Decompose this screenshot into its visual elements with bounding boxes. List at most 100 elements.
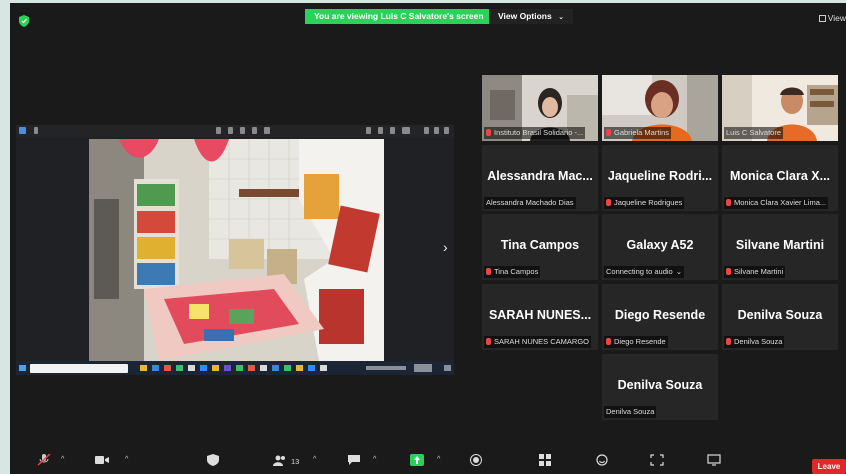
meeting-controls-bar: ^ ^ 13 ^ ^ ^ Leave — [10, 446, 846, 474]
participant-display-name: Galaxy A52 — [626, 238, 694, 252]
participant-display-name: Denilva Souza — [617, 378, 703, 392]
participant-name-label: Denilva Souza — [724, 336, 785, 348]
participant-tile[interactable]: Alessandra Mac... Alessandra Machado Dias — [482, 145, 598, 211]
participants-icon[interactable] — [273, 454, 287, 466]
viewing-screen-banner: You are viewing Luis C Salvatore's scree… — [305, 9, 493, 24]
taskbar-app-icon — [308, 365, 315, 371]
close-icon — [444, 127, 449, 134]
participant-tile[interactable]: Tina Campos Tina Campos — [482, 214, 598, 280]
chevron-up-icon[interactable]: ^ — [437, 456, 440, 463]
participant-label-text: Alessandra Machado Dias — [486, 198, 574, 207]
participant-display-name: Jaqueline Rodri... — [607, 169, 713, 183]
participant-tile[interactable]: Jaqueline Rodri... Jaqueline Rodrigues — [602, 145, 718, 211]
participant-name-label: Alessandra Machado Dias — [484, 197, 576, 209]
windows-start-icon — [19, 365, 26, 371]
participant-label-text: Tina Campos — [494, 267, 539, 276]
participant-display-name: Silvane Martini — [735, 238, 825, 252]
participant-name-label: Silvane Martini — [724, 266, 786, 278]
participant-name-label: Instituto Brasil Solidario -... — [484, 127, 586, 139]
share-screen-icon[interactable] — [410, 454, 424, 466]
taskbar-app-icon — [188, 365, 195, 371]
reactions-icon[interactable] — [595, 454, 609, 466]
chevron-up-icon[interactable]: ^ — [61, 456, 64, 463]
participant-label-text: SARAH NUNES CAMARGO — [494, 337, 590, 346]
leave-button[interactable]: Leave — [812, 459, 846, 474]
participant-name-label: Gabriela Martins — [604, 127, 672, 139]
participant-tile[interactable]: Diego Resende Diego Resende — [602, 284, 718, 350]
video-camera-icon[interactable] — [95, 454, 109, 466]
chevron-up-icon[interactable]: ^ — [125, 456, 128, 463]
view-button[interactable]: View — [818, 13, 846, 23]
apps-grid-icon[interactable] — [538, 454, 552, 466]
taskbar-app-icon — [272, 365, 279, 371]
security-shield-icon[interactable] — [19, 15, 29, 27]
chevron-up-icon[interactable]: ^ — [313, 456, 316, 463]
participant-name-label: Monica Clara Xavier Lima... — [724, 197, 829, 209]
mic-muted-icon — [486, 268, 491, 275]
system-tray-icon — [366, 366, 406, 370]
taskbar-app-icon — [224, 365, 231, 371]
mic-muted-icon — [606, 338, 611, 345]
participant-tile[interactable]: Luis C Salvatore — [722, 75, 838, 141]
grid-view-icon — [818, 15, 826, 22]
record-icon[interactable] — [469, 454, 483, 466]
participant-tile[interactable]: Monica Clara X... Monica Clara Xavier Lim… — [722, 145, 838, 211]
mic-muted-icon — [726, 338, 731, 345]
mic-muted-icon[interactable] — [37, 454, 51, 466]
participant-tile[interactable]: Galaxy A52 Connecting to audio ⌄ — [602, 214, 718, 280]
participant-label-text: Denilva Souza — [606, 407, 655, 416]
participant-display-name: Monica Clara X... — [729, 169, 831, 183]
participant-tile[interactable]: Denilva Souza Denilva Souza — [602, 354, 718, 420]
participant-tile[interactable]: Instituto Brasil Solidario -... — [482, 75, 598, 141]
participant-label-text: Diego Resende — [614, 337, 666, 346]
participant-display-name: Diego Resende — [614, 308, 706, 322]
taskbar-app-icon — [236, 365, 243, 371]
participant-name-label: SARAH NUNES CAMARGO — [484, 336, 592, 348]
mic-muted-icon — [486, 129, 491, 136]
whiteboard-icon[interactable] — [707, 454, 721, 466]
minimize-icon — [424, 127, 429, 134]
participant-label-text: Instituto Brasil Solidario -... — [494, 128, 584, 137]
participant-tile[interactable]: SARAH NUNES... SARAH NUNES CAMARGO — [482, 284, 598, 350]
clock-icon — [414, 364, 432, 372]
participant-display-name: Denilva Souza — [737, 308, 823, 322]
participant-tile[interactable]: Denilva Souza Denilva Souza — [722, 284, 838, 350]
participant-tile[interactable]: Gabriela Martins — [602, 75, 718, 141]
view-options-button[interactable]: View Options ⌄ — [489, 9, 573, 24]
taskbar-app-icon — [212, 365, 219, 371]
zoom-icon — [390, 127, 395, 134]
fullscreen-icon[interactable] — [650, 454, 664, 466]
chevron-right-icon[interactable]: › — [443, 239, 448, 255]
participant-label-text: Connecting to audio — [606, 267, 673, 276]
notification-icon — [444, 365, 451, 371]
chevron-down-icon: ⌄ — [558, 14, 564, 21]
taskbar-search-box — [30, 364, 128, 373]
participant-name-label: Luis C Salvatore — [724, 127, 784, 139]
zoom-out-icon — [228, 127, 233, 134]
taskbar-app-icon — [152, 365, 159, 371]
participant-tile[interactable]: Silvane Martini Silvane Martini — [722, 214, 838, 280]
maximize-icon — [434, 127, 439, 134]
participant-label-text: Denilva Souza — [734, 337, 783, 346]
zoom-level-icon — [402, 127, 410, 134]
taskbar-app-icon — [296, 365, 303, 371]
participant-name-label: Jaqueline Rodrigues — [604, 197, 685, 209]
security-icon[interactable] — [206, 454, 220, 466]
reading-corner-photo — [89, 139, 384, 361]
chat-icon[interactable] — [347, 454, 361, 466]
participant-label-text: Silvane Martini — [734, 267, 784, 276]
chevron-up-icon[interactable]: ^ — [373, 456, 376, 463]
taskbar-app-icon — [140, 365, 147, 371]
participant-display-name: Tina Campos — [500, 238, 580, 252]
file-icon — [34, 127, 38, 134]
rotate-icon — [240, 127, 245, 134]
view-button-label: View — [827, 13, 846, 23]
top-bar: You are viewing Luis C Salvatore's scree… — [10, 3, 846, 31]
participant-count: 13 — [291, 457, 300, 466]
participant-label-text: Gabriela Martins — [614, 128, 670, 137]
view-options-label: View Options — [498, 11, 552, 21]
delete-icon — [252, 127, 257, 134]
shared-screen: › — [16, 125, 454, 375]
participant-label-text: Monica Clara Xavier Lima... — [734, 198, 827, 207]
mic-muted-icon — [486, 338, 491, 345]
